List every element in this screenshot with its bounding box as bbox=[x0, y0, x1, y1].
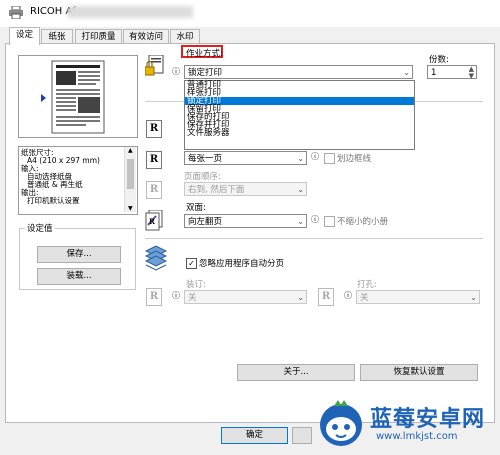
collate-label: 忽略应用程序自动分页 bbox=[199, 259, 285, 269]
section-divider bbox=[145, 238, 483, 239]
booklet-label: 不缩小的小册 bbox=[337, 217, 389, 227]
chevron-down-icon[interactable]: ⌄ bbox=[297, 152, 304, 166]
tab-print-quality[interactable]: 打印质量 bbox=[75, 29, 122, 44]
copies-stepper[interactable]: 1 ▲ ▼ bbox=[427, 65, 477, 80]
staple-preview-icon: R bbox=[146, 288, 162, 306]
watermark-url: www.lmkjst.com bbox=[376, 431, 458, 442]
tab-watermark[interactable]: 水印 bbox=[170, 29, 200, 44]
border-label: 划边框线 bbox=[337, 154, 372, 164]
chevron-down-icon: ⌄ bbox=[470, 293, 477, 302]
job-type-dropdown[interactable]: 普通打印 样张打印 锁定打印 保留打印 保存的打印 保存并打印 文件服务器 bbox=[184, 80, 415, 150]
duplex-value: 向左翻页 bbox=[188, 217, 223, 227]
restore-defaults-button[interactable]: 恢复默认设置 bbox=[360, 364, 478, 381]
page-order-label: 页面顺序: bbox=[184, 172, 221, 182]
svg-text:R: R bbox=[149, 217, 155, 226]
scroll-up-icon[interactable]: ▲ bbox=[128, 147, 133, 154]
job-type-value: 锁定打印 bbox=[188, 68, 223, 78]
collate-checkbox[interactable]: ✓ bbox=[186, 258, 197, 269]
settings-summary-list[interactable]: 纸张尺寸: A4 (210 x 297 mm) 输入: 自动选择纸盘 普通纸 &… bbox=[18, 146, 138, 215]
pages-per-sheet-value: 每张一页 bbox=[188, 154, 223, 164]
punch-value: 关 bbox=[360, 293, 369, 303]
orientation-icon: R bbox=[146, 120, 162, 138]
page-order-value: 右到, 然后下面 bbox=[188, 185, 245, 195]
chevron-down-icon: ⌄ bbox=[297, 293, 304, 302]
booklet-checkbox[interactable] bbox=[324, 216, 335, 227]
collate-stack-icon bbox=[144, 245, 168, 274]
spin-arrows-icon[interactable]: ▲ ▼ bbox=[469, 66, 474, 80]
title-bar: RICOH Aſ bbox=[0, 0, 500, 27]
staple-value: 关 bbox=[188, 293, 197, 303]
info-icon[interactable]: ⓘ bbox=[344, 290, 352, 301]
page-preview bbox=[18, 55, 138, 138]
punch-select: 关 ⌄ bbox=[356, 290, 480, 304]
border-checkbox[interactable] bbox=[324, 153, 335, 164]
info-icon[interactable]: ⓘ bbox=[172, 66, 180, 77]
duplex-icon: R bbox=[145, 209, 163, 235]
punch-label: 打孔: bbox=[357, 280, 377, 290]
title-blurred-region bbox=[68, 6, 193, 18]
tab-paper[interactable]: 纸张 bbox=[41, 29, 73, 44]
watermark-logo: 蓝莓安卓网 www.lmkjst.com bbox=[316, 395, 496, 450]
summary-scrollbar[interactable]: ▲ ▼ bbox=[124, 147, 136, 212]
page-order-select: 右到, 然后下面 ⌄ bbox=[184, 182, 307, 196]
chevron-down-icon[interactable]: ⌄ bbox=[297, 215, 304, 229]
scroll-down-icon[interactable]: ▼ bbox=[128, 205, 133, 212]
scroll-thumb[interactable] bbox=[127, 159, 134, 189]
settings-group-label: 设定值 bbox=[25, 222, 55, 234]
job-type-label: 作业方式: bbox=[186, 49, 223, 59]
save-button[interactable]: 保存... bbox=[37, 246, 121, 263]
punch-preview-icon: R bbox=[318, 288, 334, 306]
locked-print-icon bbox=[144, 54, 165, 80]
tab-effective-access[interactable]: 有效访问 bbox=[123, 29, 169, 44]
job-type-select[interactable]: 锁定打印 ⌄ bbox=[184, 65, 413, 79]
watermark-title: 蓝莓安卓网 bbox=[370, 407, 486, 432]
staple-label: 装订: bbox=[186, 280, 206, 290]
chevron-down-icon: ⌄ bbox=[297, 185, 304, 194]
chevron-down-icon[interactable]: ⌄ bbox=[403, 66, 410, 80]
page-order-icon: R bbox=[146, 181, 162, 199]
load-button[interactable]: 装载... bbox=[37, 268, 121, 285]
cancel-button-partial[interactable] bbox=[292, 427, 312, 444]
copies-value: 1 bbox=[431, 68, 437, 78]
pages-per-sheet-select[interactable]: 每张一页 ⌄ bbox=[184, 151, 307, 165]
copies-label: 份数: bbox=[429, 55, 449, 65]
about-button[interactable]: 关于... bbox=[237, 364, 355, 381]
ok-button[interactable]: 确定 bbox=[221, 427, 288, 444]
duplex-label: 双面: bbox=[186, 203, 206, 213]
layout-icon: R bbox=[146, 151, 162, 169]
tab-settings[interactable]: 设定 bbox=[9, 27, 40, 45]
summary-output-value: 打印机默认设置 bbox=[27, 196, 80, 205]
duplex-select[interactable]: 向左翻页 ⌄ bbox=[184, 214, 307, 228]
info-icon[interactable]: ⓘ bbox=[311, 151, 319, 162]
staple-select: 关 ⌄ bbox=[184, 290, 307, 304]
watermark-mascot-icon bbox=[316, 398, 366, 451]
info-icon[interactable]: ⓘ bbox=[311, 214, 319, 225]
info-icon[interactable]: ⓘ bbox=[172, 290, 180, 301]
job-option-document-server[interactable]: 文件服务器 bbox=[185, 129, 414, 138]
printer-icon bbox=[9, 5, 23, 22]
